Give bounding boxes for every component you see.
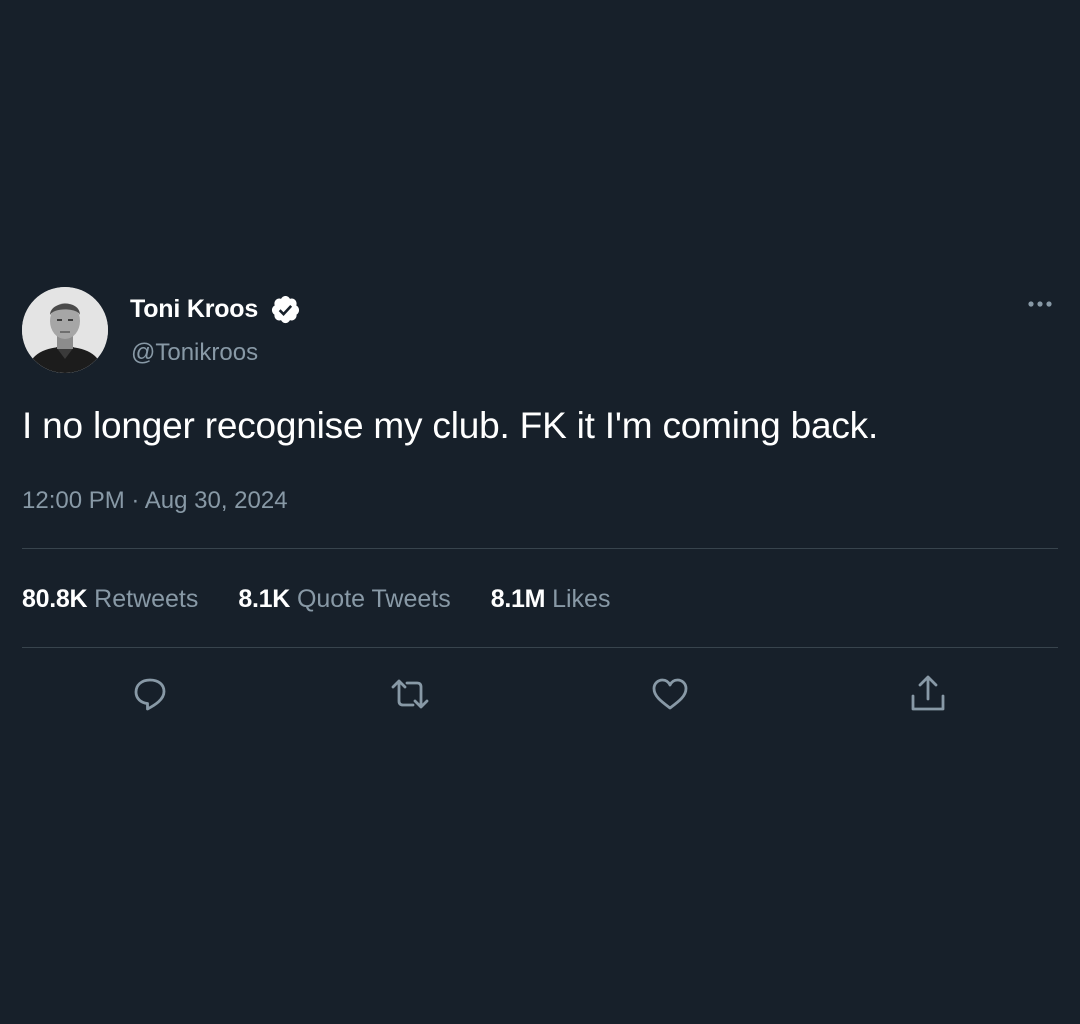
retweets-count: 80.8K: [22, 585, 88, 613]
more-options-icon[interactable]: [1024, 294, 1056, 314]
tweet-text: I no longer recognise my club. FK it I'm…: [22, 405, 879, 446]
retweet-icon: [391, 679, 429, 709]
divider-bottom: [22, 647, 1058, 648]
likes-count: 8.1M: [490, 585, 546, 613]
share-button[interactable]: [906, 672, 950, 716]
reply-button[interactable]: [128, 672, 172, 716]
retweet-button[interactable]: [388, 672, 432, 716]
quote-tweets-stat[interactable]: 8.1K Quote Tweets: [238, 585, 450, 614]
like-button[interactable]: [648, 672, 692, 716]
tweet-time[interactable]: 12:00 PM: [22, 487, 125, 514]
verified-badge-icon: [271, 295, 300, 324]
reply-icon: [134, 678, 166, 711]
tweet-timestamp: 12:00 PM · Aug 30, 2024: [22, 487, 288, 515]
tweet-stats: 80.8K Retweets 8.1K Quote Tweets 8.1M Li…: [22, 585, 650, 614]
avatar[interactable]: [22, 287, 108, 373]
avatar-photo: [22, 287, 108, 373]
quote-tweets-label: Quote Tweets: [290, 585, 451, 613]
share-icon: [911, 675, 945, 711]
heart-icon: [652, 678, 688, 710]
likes-label: Likes: [545, 585, 611, 613]
quote-tweets-count: 8.1K: [238, 585, 290, 613]
divider-top: [22, 548, 1058, 549]
tweet-date[interactable]: Aug 30, 2024: [145, 487, 288, 514]
display-name[interactable]: Toni Kroos: [130, 295, 258, 324]
retweets-label: Retweets: [87, 585, 199, 613]
timestamp-separator: ·: [124, 487, 145, 514]
retweets-stat[interactable]: 80.8K Retweets: [22, 585, 198, 614]
tweet-detail: Toni Kroos @Tonikroos I no longer recogn…: [0, 0, 1080, 1024]
likes-stat[interactable]: 8.1M Likes: [491, 585, 611, 614]
user-handle[interactable]: @Tonikroos: [131, 339, 258, 367]
